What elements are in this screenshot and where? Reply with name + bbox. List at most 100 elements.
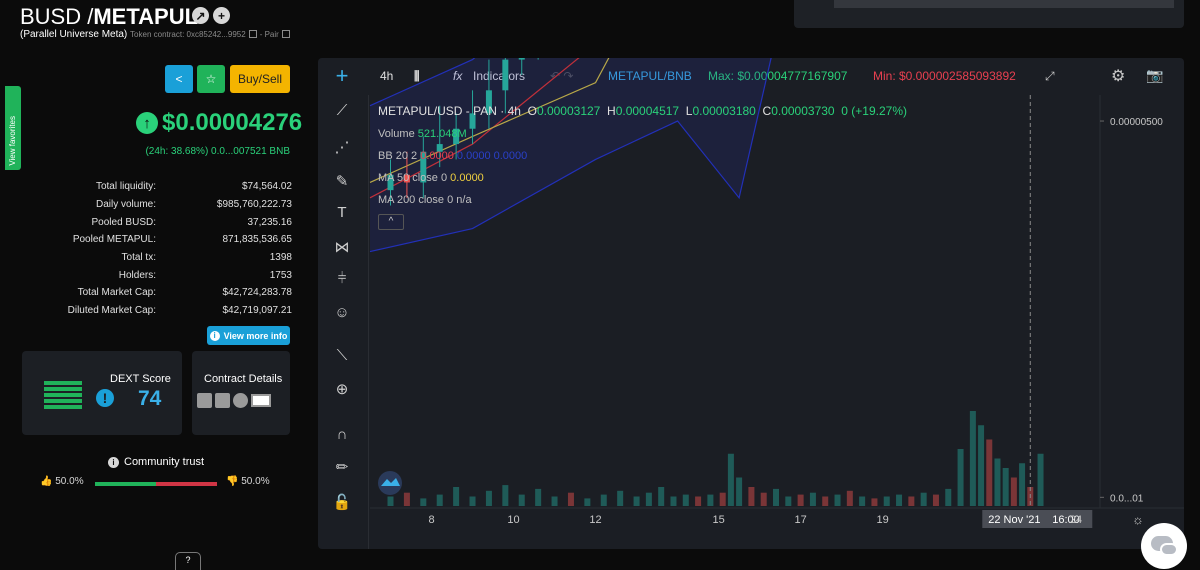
volume-bar [846, 490, 853, 506]
high-label: H [607, 104, 616, 118]
page-title: BUSD /METAPUL [20, 4, 198, 30]
volume-bar [645, 492, 652, 506]
stat-label: Total liquidity: [95, 181, 156, 193]
volume-bar [658, 487, 665, 506]
volume-bar [871, 498, 878, 506]
x-tick-label: 8 [428, 514, 434, 526]
low-value: 0.00003180 [692, 104, 756, 118]
volume-bar [502, 485, 509, 506]
volume-bar [994, 458, 1001, 506]
volume-bar [727, 453, 734, 506]
volume-bar [896, 494, 903, 506]
stats-list: Total liquidity: $74,564.02 Daily volume: $… [20, 178, 292, 320]
volume-label: Volume [378, 128, 415, 140]
chat-button[interactable] [1141, 523, 1187, 569]
ma50-value: 0.0000 [450, 172, 484, 184]
price-value: $0.00004276 [162, 109, 303, 136]
thumbs-up-icon[interactable]: 👍 [40, 476, 52, 487]
search-input[interactable] [834, 0, 1174, 8]
favorite-button[interactable]: ☆ [197, 65, 225, 93]
volume-bar [1019, 463, 1026, 506]
volume-value: 521.048M [417, 128, 467, 140]
chart-badge-icon[interactable]: ↗ [192, 7, 209, 24]
x-tick-label: 24 [1070, 514, 1082, 526]
buy-sell-button[interactable]: Buy/Sell [230, 65, 290, 93]
token-name: (Parallel Universe Meta) [20, 29, 128, 40]
volume-bar [707, 494, 714, 506]
stat-row: Diluted Market Cap: $42,719,097.21 [20, 302, 292, 320]
collapse-legend-button[interactable]: ^ [378, 214, 404, 230]
stat-value: 1753 [269, 269, 292, 281]
volume-legend: Volume 521.048M [378, 128, 467, 140]
stat-value: $74,564.02 [241, 181, 292, 193]
open-label: O [527, 104, 537, 118]
favorites-tab[interactable]: View favorites [5, 86, 21, 170]
volume-bar [518, 494, 525, 506]
stat-value: 871,835,536.65 [222, 234, 292, 246]
volume-bar [584, 498, 591, 506]
stat-value: 37,235.16 [247, 216, 293, 228]
share-icon: < [175, 72, 183, 86]
warning-icon: ! [96, 389, 114, 407]
contract-details-card[interactable]: Contract Details [192, 351, 290, 435]
community-trust-label: Community trust [124, 456, 205, 468]
volume-bar [670, 496, 677, 506]
x-tick-label: 17 [794, 514, 806, 526]
volume-bar [908, 496, 915, 506]
header-icons: ↗ + [192, 7, 230, 24]
ma200-legend: MA 200 close 0 n/a [378, 194, 472, 206]
axis-gear-icon: ☼ [1132, 512, 1144, 527]
volume-bar [436, 494, 443, 506]
stat-label: Total tx: [121, 252, 156, 264]
volume-bar [535, 488, 542, 506]
price-change: (24h: 38.68%) 0.0...007521 BNB [145, 146, 290, 157]
ohlc-legend: METAPUL/USD - PAN · 4h O0.00003127 H0.00… [378, 104, 907, 118]
bb-value: 0.0000 [420, 150, 454, 162]
add-icon[interactable]: + [213, 7, 230, 24]
arrow-up-icon: ↑ [136, 112, 158, 134]
stat-value: $985,760,222.73 [216, 199, 292, 211]
copy-icon[interactable] [248, 30, 257, 39]
chart-panel[interactable]: 4h ⫼ fx Indicators ↶ ↷ METAPUL/BNB Max: … [318, 58, 1184, 549]
volume-bar [1002, 468, 1009, 506]
contract-details-label: Contract Details [204, 373, 283, 385]
volume-bar [859, 496, 866, 506]
y-tick-label: 0.0...01 [1110, 493, 1144, 504]
info-icon: i [209, 330, 220, 341]
coins-icon [233, 393, 248, 408]
stat-label: Diluted Market Cap: [67, 305, 156, 317]
x-tick-label: 10 [507, 514, 519, 526]
close-label: C [762, 104, 772, 118]
volume-bar [485, 490, 492, 506]
view-more-info-button[interactable]: i View more info [207, 326, 290, 345]
dext-score-value: 74 [138, 387, 162, 410]
info-icon: i [108, 456, 119, 468]
share-button[interactable]: < [165, 65, 193, 93]
token-subtitle: (Parallel Universe Meta) Token contract:… [20, 29, 293, 40]
ma50-legend: MA 50 close 0 0.0000 [378, 172, 484, 184]
volume-bar [809, 492, 816, 506]
trust-down: 👎 50.0% [226, 476, 270, 487]
plus-box-icon [197, 393, 212, 408]
volume-bar [773, 488, 780, 506]
volume-bar [469, 496, 476, 506]
trust-bar-fill [95, 482, 156, 486]
bb-label: BB 20 2 [378, 150, 418, 162]
pair-link[interactable]: - Pair [260, 30, 279, 39]
dext-score-card[interactable]: DEXT Score ! 74 [22, 351, 182, 435]
volume-bar [736, 477, 743, 506]
candle [518, 58, 525, 60]
app-root: BUSD /METAPUL ↗ + (Parallel Universe Met… [0, 0, 1200, 570]
volume-bar [633, 496, 640, 506]
x-tick-label: 15 [712, 514, 724, 526]
volume-bar [945, 488, 952, 506]
volume-bar [682, 494, 689, 506]
volume-bar [1037, 453, 1044, 506]
help-button[interactable]: ? [175, 552, 201, 570]
x-tick-label: 19 [877, 514, 889, 526]
copy-pair-icon[interactable] [281, 30, 290, 39]
volume-bar [403, 492, 410, 506]
thumbs-down-icon[interactable]: 👎 [226, 476, 238, 487]
x-tick-label: 22 Nov '21 [988, 514, 1040, 526]
community-trust: i Community trust [108, 456, 204, 468]
